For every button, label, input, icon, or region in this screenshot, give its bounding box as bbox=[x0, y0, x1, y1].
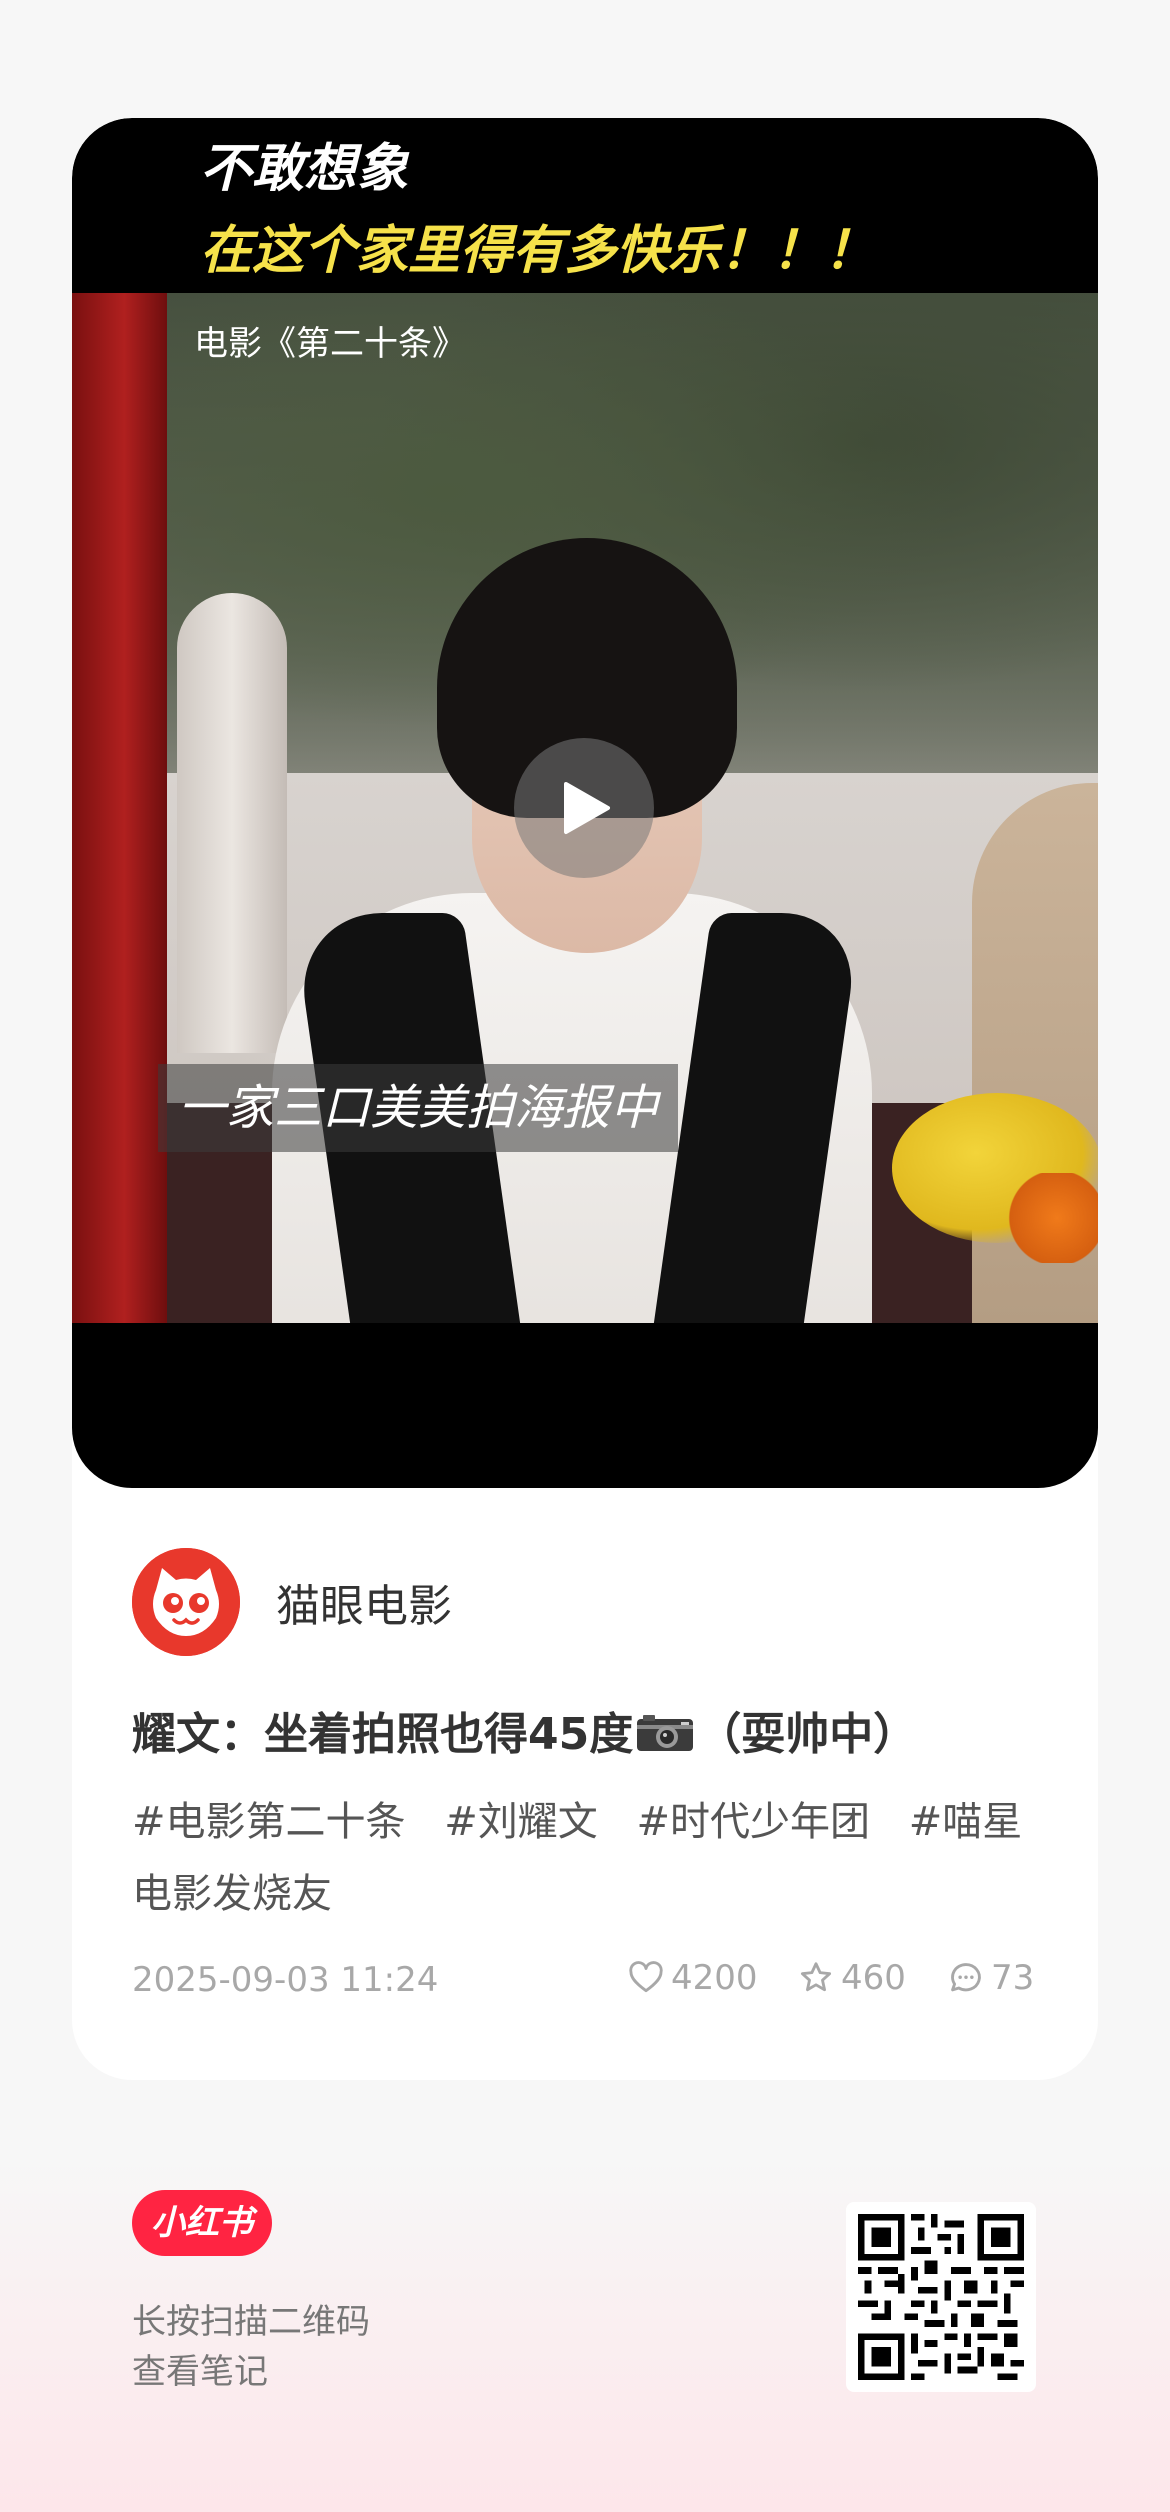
cat-logo-icon bbox=[132, 1548, 240, 1656]
star-icon bbox=[800, 1962, 832, 1992]
collect-count: 460 bbox=[841, 1958, 906, 1998]
hashtag[interactable]: #电影第二十条 bbox=[132, 1799, 406, 1845]
camera-icon bbox=[637, 1715, 694, 1751]
scan-hint-line1: 长按扫描二维码 bbox=[132, 2302, 370, 2342]
scan-hint-line2: 查看笔记 bbox=[132, 2352, 268, 2392]
video-overlay-title-line1: 不敢想象 bbox=[200, 138, 409, 199]
play-icon bbox=[564, 782, 610, 834]
video-subtitle: 一家三口美美拍海报中 bbox=[158, 1064, 679, 1152]
post-title: 耀文：坐着拍照也得45度 （耍帅中） bbox=[132, 1698, 917, 1762]
comment-count: 73 bbox=[991, 1958, 1035, 1998]
qr-code-icon bbox=[858, 2214, 1024, 2380]
hashtag-list: #电影第二十条 #刘耀文 #时代少年团 #喵星电影发烧友 bbox=[132, 1786, 1052, 1930]
video-player[interactable]: 不敢想象 在这个家里得有多快乐！！！ 电影《第二十条》 一家三口美美拍海报中 bbox=[72, 118, 1098, 1488]
video-overlay-title-line2: 在这个家里得有多快乐！！！ bbox=[200, 220, 877, 281]
hashtag[interactable]: #时代少年团 bbox=[636, 1799, 870, 1845]
post-title-suffix: （耍帅中） bbox=[697, 1709, 918, 1760]
xiaohongshu-logo: 小红书 bbox=[132, 2190, 272, 2256]
collect-button[interactable]: 460 bbox=[797, 1956, 906, 2000]
post-timestamp: 2025-09-03 11:24 bbox=[132, 1960, 439, 2000]
note-card: 不敢想象 在这个家里得有多快乐！！！ 电影《第二十条》 一家三口美美拍海报中 猫… bbox=[72, 118, 1098, 2080]
author-name[interactable]: 猫眼电影 bbox=[276, 1570, 452, 1634]
heart-icon bbox=[629, 1961, 663, 1993]
comment-icon bbox=[951, 1963, 981, 1992]
like-count: 4200 bbox=[671, 1958, 758, 1998]
comment-button[interactable]: 73 bbox=[947, 1956, 1034, 2000]
qr-code[interactable] bbox=[846, 2202, 1036, 2392]
play-button[interactable] bbox=[514, 738, 654, 878]
post-title-text: 耀文：坐着拍照也得45度 bbox=[132, 1709, 634, 1760]
author-avatar[interactable] bbox=[132, 1548, 240, 1656]
hashtag[interactable]: #刘耀文 bbox=[444, 1799, 598, 1845]
like-button[interactable]: 4200 bbox=[627, 1956, 758, 2000]
video-caption: 电影《第二十条》 bbox=[194, 324, 466, 364]
